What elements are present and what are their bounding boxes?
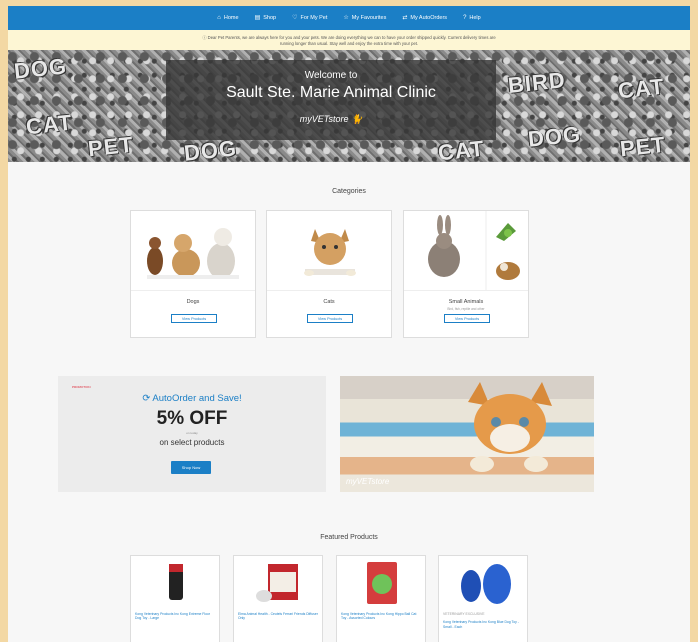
- cats-image: [267, 211, 391, 291]
- autoorder-promo[interactable]: PROMOTION ⟳ AutoOrder and Save! 5% OFF o…: [58, 376, 326, 492]
- promo-discount: 5% OFF: [156, 408, 228, 429]
- product-card[interactable]: VETERINARY EXCLUSIVE Kong Veterinary Pro…: [438, 555, 528, 642]
- promo-tag: PROMOTION: [72, 385, 91, 389]
- store-logo: myVETstore 🐈: [166, 114, 496, 125]
- promo-headline-text: AutoOrder and Save!: [152, 393, 242, 404]
- promo-subline: on select products: [159, 438, 225, 447]
- product-name[interactable]: Kong Veterinary Products Inc Kong Hippo …: [337, 610, 425, 623]
- nav-label: For My Pet: [300, 15, 328, 21]
- category-card-dogs[interactable]: Dogs View Products: [130, 210, 256, 338]
- view-products-button[interactable]: View Products: [171, 314, 217, 323]
- autoorder-icon: ⟳: [142, 393, 151, 404]
- nav-label: Home: [223, 15, 239, 21]
- hero-welcome: Welcome to: [304, 70, 358, 81]
- dogs-image: [131, 211, 255, 291]
- nav-help[interactable]: ? Help: [463, 15, 481, 21]
- clinic-name: Sault Ste. Marie Animal Clinic: [226, 84, 436, 101]
- small-animals-image: [404, 211, 528, 291]
- help-icon: ?: [463, 15, 467, 21]
- product-image: [337, 556, 425, 610]
- banner-logo: myVETstore: [346, 477, 390, 486]
- main-nav: ⌂ Home ▤ Shop ♡ For My Pet ☆ My Favourit…: [8, 6, 690, 30]
- hero-banner: DOG CAT PET BIRD DOG CAT PET DOG CAT Wel…: [8, 50, 690, 162]
- nav-home[interactable]: ⌂ Home: [217, 15, 238, 21]
- nav-label: Shop: [263, 15, 277, 21]
- product-card[interactable]: Elma Animal Health - Ceutels Ferrari Fri…: [233, 555, 323, 642]
- nav-label: Help: [469, 15, 481, 21]
- category-name: Cats: [323, 299, 335, 305]
- product-badge: VETERINARY EXCLUSIVE: [443, 612, 485, 616]
- view-products-button[interactable]: View Products: [307, 314, 353, 323]
- hero-pattern-word: BIRD: [506, 67, 567, 98]
- category-name: Small Animals: [448, 299, 484, 305]
- star-icon: ☆: [343, 15, 349, 21]
- categories-heading: Categories: [332, 188, 366, 195]
- product-image: [131, 556, 219, 610]
- product-image: [234, 556, 322, 610]
- product-image: [439, 556, 527, 610]
- notice-line-2: running longer than usual. Stay well and…: [279, 40, 419, 46]
- hero-pattern-word: CAT: [24, 109, 74, 140]
- category-name: Dogs: [186, 299, 200, 305]
- hero-pattern-word: PET: [618, 131, 667, 162]
- nav-label: My AutoOrders: [410, 15, 448, 21]
- nav-autoorders[interactable]: ⇄ My AutoOrders: [402, 15, 447, 21]
- shop-now-button[interactable]: Shop Now: [171, 461, 211, 474]
- home-icon: ⌂: [217, 15, 221, 21]
- category-card-cats[interactable]: Cats View Products: [266, 210, 392, 338]
- store-logo-text: myVETstore: [299, 114, 349, 124]
- cat-icon: 🐈: [350, 114, 363, 124]
- product-card[interactable]: Kong Veterinary Products Inc Kong Extrem…: [130, 555, 220, 642]
- nav-label: My Favourites: [351, 15, 387, 21]
- hero-welcome-box: Welcome to Sault Ste. Marie Animal Clini…: [166, 60, 496, 140]
- nav-shop[interactable]: ▤ Shop: [255, 15, 277, 21]
- product-card[interactable]: Kong Veterinary Products Inc Kong Hippo …: [336, 555, 426, 642]
- repeat-icon: ⇄: [402, 15, 408, 21]
- heart-icon: ♡: [292, 15, 298, 21]
- page: ⌂ Home ▤ Shop ♡ For My Pet ☆ My Favourit…: [8, 6, 690, 642]
- featured-heading: Featured Products: [320, 534, 378, 541]
- hero-pattern-word: CAT: [616, 73, 666, 104]
- product-name[interactable]: Elma Animal Health - Ceutels Ferrari Fri…: [234, 610, 322, 623]
- hero-pattern-word: PET: [86, 131, 135, 162]
- category-card-small-animals[interactable]: Small Animals Bird, fish, reptile and ot…: [403, 210, 529, 338]
- product-name[interactable]: Kong Veterinary Products Inc Kong Blue D…: [439, 618, 527, 631]
- nav-favourites[interactable]: ☆ My Favourites: [343, 15, 386, 21]
- kitten-banner[interactable]: myVETstore: [340, 376, 594, 492]
- notice-banner: ⓘ Dear Pet Parents, we are always here f…: [8, 30, 690, 50]
- product-name[interactable]: Kong Veterinary Products Inc Kong Extrem…: [131, 610, 219, 623]
- hero-pattern-word: DOG: [12, 53, 69, 84]
- shop-icon: ▤: [254, 15, 261, 21]
- hero-pattern-word: DOG: [526, 121, 583, 152]
- promo-note: on today: [186, 431, 198, 435]
- view-products-button[interactable]: View Products: [444, 314, 490, 323]
- promo-headline: ⟳ AutoOrder and Save!: [58, 393, 326, 404]
- nav-for-my-pet[interactable]: ♡ For My Pet: [292, 15, 327, 21]
- category-subtitle: Bird, fish, reptile and other: [447, 307, 485, 311]
